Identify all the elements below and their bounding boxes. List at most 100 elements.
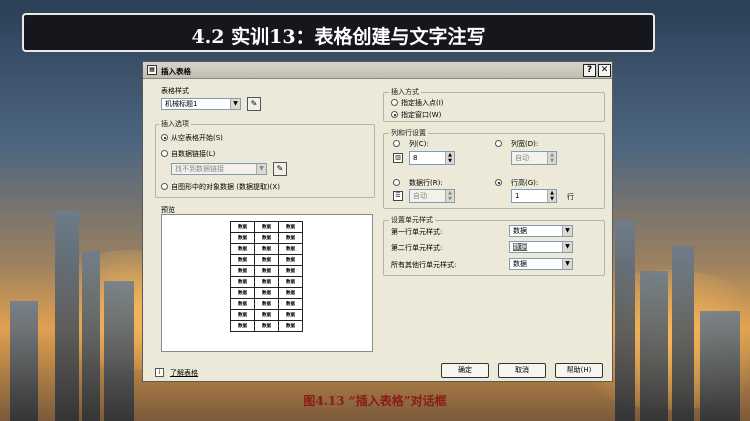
- column-width-label: 列宽(D):: [511, 140, 539, 148]
- insert-method-label: 插入方式: [389, 87, 421, 97]
- preview-cell: 数据: [278, 232, 303, 244]
- cancel-button[interactable]: 取消: [498, 363, 546, 378]
- figure-caption: 图4.13 “插入表格”对话框: [303, 394, 447, 408]
- preview-cell: 数据: [230, 320, 255, 332]
- ok-button[interactable]: 确定: [441, 363, 489, 378]
- preview-cell: 数据: [254, 287, 279, 299]
- chevron-down-icon: ▼: [562, 259, 572, 269]
- edit-style-icon: ✎: [250, 99, 258, 108]
- columns-icon: ▥: [393, 153, 403, 163]
- row-height-radio[interactable]: [495, 179, 502, 186]
- preview-cell: 数据: [254, 232, 279, 244]
- dialog-titlebar: ▦ 插入表格 ? ✕: [143, 62, 612, 79]
- preview-cell: 数据: [254, 320, 279, 332]
- building: [615, 221, 635, 421]
- second-row-style-value: 数据: [513, 243, 527, 251]
- table-style-label: 表格样式: [161, 87, 189, 95]
- preview-cell: 数据: [278, 276, 303, 288]
- preview-cell: 数据: [278, 320, 303, 332]
- preview-row: 数据 数据 数据: [230, 287, 303, 299]
- column-width-value: 自动: [515, 154, 529, 162]
- cell-styles-label: 设置单元样式: [389, 215, 435, 225]
- table-app-icon: ▦: [147, 65, 157, 75]
- spinner-arrows-icon[interactable]: ▲ ▼: [547, 190, 556, 202]
- preview-cell: 数据: [254, 221, 279, 233]
- specify-insert-point-label: 指定插入点(I): [401, 99, 444, 107]
- from-extraction-radio[interactable]: [161, 183, 168, 190]
- rows-columns-label: 列和行设置: [389, 128, 428, 138]
- insert-table-dialog: ▦ 插入表格 ? ✕ 表格样式 机械标题1 ▼ ✎ 插入选项 从空表格开始(S)…: [142, 61, 613, 382]
- preview-cell: 数据: [254, 309, 279, 321]
- preview-cell: 数据: [230, 309, 255, 321]
- first-row-style-select[interactable]: 数据 ▼: [509, 225, 573, 237]
- table-style-select[interactable]: 机械标题1 ▼: [161, 98, 241, 110]
- first-row-style-label: 第一行单元样式:: [391, 228, 443, 236]
- preview-cell: 数据: [230, 287, 255, 299]
- help-question-button[interactable]: ?: [583, 64, 596, 77]
- data-rows-label: 数据行(R):: [409, 179, 443, 187]
- column-width-radio[interactable]: [495, 140, 502, 147]
- data-rows-radio[interactable]: [393, 179, 400, 186]
- learn-tables-link[interactable]: 了解表格: [170, 368, 198, 378]
- specify-window-radio[interactable]: [391, 111, 398, 118]
- preview-row: 数据 数据 数据: [230, 232, 303, 244]
- row-height-value: 1: [515, 192, 520, 200]
- other-rows-style-value: 数据: [513, 260, 527, 268]
- preview-cell: 数据: [278, 243, 303, 255]
- preview-row: 数据 数据 数据: [230, 309, 303, 321]
- preview-cell: 数据: [230, 232, 255, 244]
- row-height-spinner[interactable]: 1 ▲ ▼: [511, 189, 557, 203]
- from-empty-radio[interactable]: [161, 134, 168, 141]
- info-icon: i: [155, 368, 164, 377]
- preview-cell: 数据: [254, 243, 279, 255]
- preview-cell: 数据: [278, 287, 303, 299]
- help-button[interactable]: 帮助(H): [555, 363, 603, 378]
- preview-cell: 数据: [230, 254, 255, 266]
- spinner-arrows-icon[interactable]: ▲ ▼: [547, 152, 556, 164]
- chevron-down-icon: ▼: [562, 226, 572, 236]
- columns-value: 8: [413, 154, 418, 162]
- data-link-manager-button[interactable]: ✎: [273, 162, 287, 176]
- preview-table: 数据 数据 数据 数据 数据 数据 数据 数据 数据 数据 数据 数据 数据 数据 数据 数据 数据 数据 数据 数据…: [230, 221, 303, 332]
- data-rows-spinner[interactable]: 自动 ▲ ▼: [409, 189, 455, 203]
- specify-insert-point-radio[interactable]: [391, 99, 398, 106]
- building: [55, 211, 79, 421]
- specify-window-label: 指定窗口(W): [401, 111, 442, 119]
- row-height-label: 行高(G):: [511, 179, 539, 187]
- preview-cell: 数据: [278, 221, 303, 233]
- preview-cell: 数据: [230, 298, 255, 310]
- preview-cell: 数据: [254, 254, 279, 266]
- spinner-arrows-icon[interactable]: ▲ ▼: [445, 152, 454, 164]
- from-link-radio[interactable]: [161, 150, 168, 157]
- preview-row: 数据 数据 数据: [230, 276, 303, 288]
- preview-cell: 数据: [278, 298, 303, 310]
- preview-cell: 数据: [254, 265, 279, 277]
- preview-cell: 数据: [230, 276, 255, 288]
- slide-title-bar: 4.2 实训13：表格创建与文字注写: [22, 13, 655, 52]
- slide-title: 4.2 实训13：表格创建与文字注写: [191, 26, 486, 48]
- preview-cell: 数据: [254, 276, 279, 288]
- other-rows-style-select[interactable]: 数据 ▼: [509, 258, 573, 270]
- data-link-select[interactable]: 找不到数据链接 ▼: [171, 163, 267, 175]
- preview-cell: 数据: [230, 221, 255, 233]
- second-row-style-select[interactable]: 数据 ▼: [509, 241, 573, 253]
- table-preview: 数据 数据 数据 数据 数据 数据 数据 数据 数据 数据 数据 数据 数据 数据 数据 数据 数据 数据 数据 数据…: [161, 214, 373, 352]
- chevron-down-icon: ▼: [230, 99, 240, 109]
- close-button[interactable]: ✕: [598, 64, 611, 77]
- column-width-spinner[interactable]: 自动 ▲ ▼: [511, 151, 557, 165]
- preview-row: 数据 数据 数据: [230, 243, 303, 255]
- table-style-launch-button[interactable]: ✎: [247, 97, 261, 111]
- spinner-arrows-icon[interactable]: ▲ ▼: [445, 190, 454, 202]
- preview-row: 数据 数据 数据: [230, 265, 303, 277]
- from-extraction-label: 自图形中的对象数据 (数据提取)(X): [171, 183, 280, 191]
- from-link-label: 自数据链接(L): [171, 150, 216, 158]
- columns-spinner[interactable]: 8 ▲ ▼: [409, 151, 455, 165]
- other-rows-style-label: 所有其他行单元样式:: [391, 261, 457, 269]
- columns-radio[interactable]: [393, 140, 400, 147]
- preview-cell: 数据: [254, 298, 279, 310]
- preview-row: 数据 数据 数据: [230, 254, 303, 266]
- data-rows-value: 自动: [413, 192, 427, 200]
- first-row-style-value: 数据: [513, 227, 527, 235]
- chevron-down-icon: ▼: [562, 242, 572, 252]
- preview-cell: 数据: [230, 243, 255, 255]
